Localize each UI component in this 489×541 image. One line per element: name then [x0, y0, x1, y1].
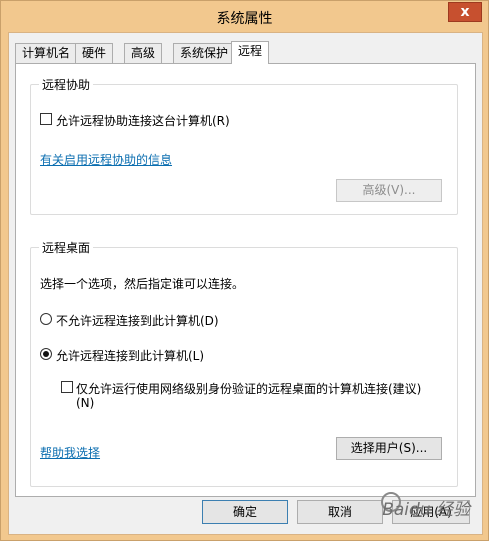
allow-remote-assistance-checkbox[interactable] [40, 113, 52, 125]
allow-remote-label[interactable]: 允许远程连接到此计算机(L) [56, 347, 204, 364]
remote-assistance-info-link[interactable]: 有关启用远程协助的信息 [40, 151, 172, 168]
cancel-button[interactable]: 取消 [297, 500, 383, 524]
close-icon: x [460, 4, 470, 20]
system-properties-window: 系统属性 x 计算机名 硬件 高级 系统保护 远程 远程协助 允许远程协助连接这… [0, 0, 489, 541]
ok-button[interactable]: 确定 [202, 500, 288, 524]
tab-remote[interactable]: 远程 [231, 41, 270, 64]
tab-system-protection[interactable]: 系统保护 [173, 43, 236, 63]
nla-only-label-line1[interactable]: 仅允许运行使用网络级别身份验证的远程桌面的计算机连接(建议) [76, 380, 421, 397]
advanced-button[interactable]: 高级(V)... [336, 179, 442, 202]
window-title: 系统属性 [216, 11, 273, 27]
disallow-remote-label[interactable]: 不允许远程连接到此计算机(D) [56, 312, 219, 329]
help-me-choose-link[interactable]: 帮助我选择 [40, 444, 100, 461]
remote-desktop-title: 远程桌面 [39, 239, 94, 256]
tab-hardware[interactable]: 硬件 [75, 43, 114, 63]
allow-remote-radio[interactable] [40, 348, 52, 360]
select-users-button[interactable]: 选择用户(S)... [336, 437, 442, 460]
nla-only-label-line2[interactable]: (N) [76, 396, 94, 410]
title-bar[interactable]: 系统属性 x [1, 1, 488, 32]
remote-desktop-group: 远程桌面 选择一个选项，然后指定谁可以连接。 不允许远程连接到此计算机(D) 允… [30, 239, 458, 487]
tab-advanced[interactable]: 高级 [124, 43, 163, 63]
tab-computer-name[interactable]: 计算机名 [15, 43, 78, 63]
watermark: Baidu 经验 [382, 500, 470, 520]
remote-desktop-instruction: 选择一个选项，然后指定谁可以连接。 [40, 277, 245, 291]
nla-only-checkbox[interactable] [61, 381, 73, 393]
dialog-body: 计算机名 硬件 高级 系统保护 远程 远程协助 允许远程协助连接这台计算机(R)… [8, 32, 483, 535]
remote-tab-panel: 远程协助 允许远程协助连接这台计算机(R) 有关启用远程协助的信息 高级(V).… [15, 63, 476, 497]
remote-assistance-group: 远程协助 允许远程协助连接这台计算机(R) 有关启用远程协助的信息 高级(V).… [30, 76, 458, 215]
close-button[interactable]: x [448, 2, 482, 22]
allow-remote-assistance-label[interactable]: 允许远程协助连接这台计算机(R) [56, 112, 230, 129]
remote-assistance-title: 远程协助 [39, 76, 94, 93]
disallow-remote-radio[interactable] [40, 313, 52, 325]
